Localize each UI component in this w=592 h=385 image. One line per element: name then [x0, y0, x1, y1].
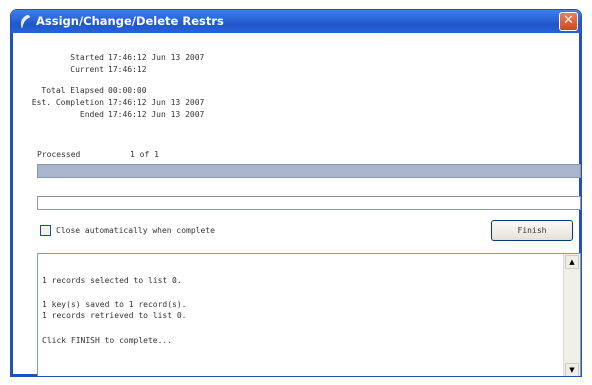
progress-fill: [38, 165, 580, 177]
log-line: Click FINISH to complete...: [42, 336, 173, 345]
secondary-progress-bar: [37, 196, 581, 210]
window-title: Assign/Change/Delete Restrs: [36, 14, 224, 28]
log-line: 1 records retrieved to list 0.: [42, 311, 187, 320]
ended-value: 17:46:12 Jun 13 2007: [108, 110, 205, 119]
completion-label: Est. Completion: [31, 98, 104, 107]
close-icon: ✕: [563, 13, 574, 28]
elapsed-value: 00:00:00: [108, 86, 147, 95]
close-automatically-label[interactable]: Close automatically when complete: [56, 226, 215, 236]
elapsed-label: Total Elapsed: [41, 86, 104, 95]
close-button[interactable]: ✕: [559, 12, 578, 31]
scroll-down-icon[interactable]: ▼: [565, 363, 579, 376]
completion-value: 17:46:12 Jun 13 2007: [108, 98, 205, 107]
started-value: 17:46:12 Jun 13 2007: [108, 53, 205, 62]
dialog-content: Started 17:46:12 Jun 13 2007 Current 17:…: [11, 33, 581, 376]
scroll-up-icon[interactable]: ▲: [565, 255, 579, 269]
log-line: 1 key(s) saved to 1 record(s).: [42, 300, 187, 309]
log-line: 1 records selected to list 0.: [42, 276, 182, 285]
close-automatically-checkbox[interactable]: [40, 225, 51, 236]
vertical-scrollbar[interactable]: ▲ ▼: [563, 254, 580, 376]
current-value: 17:46:12: [108, 65, 147, 74]
app-icon: [21, 14, 31, 29]
finish-button[interactable]: Finish: [491, 220, 573, 241]
processed-label: Processed: [37, 150, 81, 159]
title-bar[interactable]: Assign/Change/Delete Restrs ✕: [11, 10, 581, 33]
processed-count: 1 of 1: [130, 150, 159, 159]
processed-progress-bar: [37, 164, 581, 178]
ended-label: Ended: [79, 110, 104, 119]
current-label: Current: [70, 65, 104, 74]
dialog-window: Assign/Change/Delete Restrs ✕ Started 17…: [10, 9, 582, 377]
started-label: Started: [70, 53, 104, 62]
log-output[interactable]: 1 records selected to list 0. 1 key(s) s…: [37, 253, 581, 376]
